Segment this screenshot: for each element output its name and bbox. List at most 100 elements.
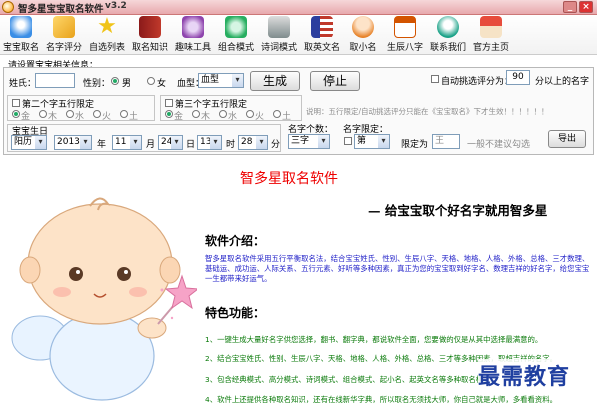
window-title: 智多星宝宝取名软件 xyxy=(18,4,104,15)
settings-panel: 姓氏： 性别： 男 女 血型： 血型 生成 停止 自动挑选评分为： 90 分以上… xyxy=(3,67,594,155)
second-metal-label: 金 xyxy=(21,112,31,122)
minute-unit-label: 分 xyxy=(271,140,281,150)
second-fire-label: 火 xyxy=(102,112,112,122)
third-metal-radio[interactable] xyxy=(165,110,173,118)
version-label: v3.2 xyxy=(105,1,127,11)
name-limit-checkbox[interactable] xyxy=(344,137,352,145)
limit-to-label: 限定为 xyxy=(401,140,429,150)
gender-label: 性别： xyxy=(83,79,111,89)
star-list-icon: ★ xyxy=(97,14,117,39)
intro-heading: 软件介绍： xyxy=(205,234,266,248)
second-wood-label: 木 xyxy=(48,112,58,122)
auto-filter-score-input[interactable]: 90 xyxy=(506,70,530,85)
name-length-select[interactable]: 三字 xyxy=(288,134,330,149)
third-earth-radio[interactable] xyxy=(273,110,281,118)
toolbar-baby-name[interactable]: 宝宝取名 xyxy=(0,16,42,54)
third-char-element-group: 第三个字五行限定 金 木 水 火 土 xyxy=(160,95,302,122)
birth-year-select[interactable]: 2013 xyxy=(54,135,92,150)
birth-minute-select[interactable]: 28 xyxy=(238,135,268,150)
auto-filter-label: 自动挑选评分为： xyxy=(441,77,514,87)
toolbar-naming-knowledge[interactable]: 取名知识 xyxy=(129,16,171,54)
toolbar-english-name[interactable]: 取英文名 xyxy=(301,16,343,54)
second-fire-radio[interactable] xyxy=(93,110,101,118)
toolbar-contact-us[interactable]: 联系我们 xyxy=(427,16,469,54)
female-label: 女 xyxy=(157,79,167,89)
male-label: 男 xyxy=(122,79,132,89)
second-earth-radio[interactable] xyxy=(120,110,128,118)
auto-filter-checkbox[interactable] xyxy=(431,75,439,83)
intro-content: 智多星取名软件 — 给宝宝取个好名字就用智多星 软件介绍： 智多星取名软件采用五… xyxy=(0,156,597,404)
second-char-element-group: 第二个字五行限定 金 木 水 火 土 xyxy=(7,95,155,122)
generate-button[interactable]: 生成 xyxy=(250,71,300,91)
third-water-label: 水 xyxy=(228,112,238,122)
birthday-group: 宝宝生日 阳历 2013 年 11 月 24 日 13 时 28 分 xyxy=(7,124,281,152)
home-icon xyxy=(480,16,502,38)
third-char-checkbox[interactable] xyxy=(165,99,173,107)
limit-char-input[interactable]: 王 xyxy=(432,134,460,149)
combo-icon xyxy=(225,16,247,38)
main-toolbar: 宝宝取名 名字评分 ★ 自选列表 取名知识 趣味工具 组合模式 诗词模式 取英文… xyxy=(0,15,597,55)
male-radio[interactable] xyxy=(111,77,119,85)
second-water-radio[interactable] xyxy=(66,110,74,118)
third-metal-label: 金 xyxy=(174,112,184,122)
birth-month-select[interactable]: 11 xyxy=(112,135,142,150)
limit-note: 一般不建议勾选 xyxy=(467,140,531,150)
calendar-icon xyxy=(394,16,416,38)
contact-icon xyxy=(437,16,459,38)
toolbar-fun-tools[interactable]: 趣味工具 xyxy=(172,16,214,54)
toolbar-combo-mode[interactable]: 组合模式 xyxy=(215,16,257,54)
content-title: 智多星取名软件 xyxy=(240,171,338,187)
second-metal-radio[interactable] xyxy=(12,110,20,118)
auto-filter-suffix: 分以上的名字 xyxy=(535,77,590,87)
birth-day-select[interactable]: 24 xyxy=(158,135,183,150)
toolbar-birth-eight-chars[interactable]: 生辰八字 xyxy=(384,16,426,54)
third-wood-label: 木 xyxy=(201,112,211,122)
toolbar-poem-mode[interactable]: 诗词模式 xyxy=(258,16,300,54)
close-button[interactable]: × xyxy=(579,1,593,13)
toolbar-custom-list[interactable]: ★ 自选列表 xyxy=(86,16,128,54)
feature-item: 4、软件上还提供各种取名知识，还有在线新华字典，所以取名无须找大师，你自己就是大… xyxy=(205,395,558,404)
month-unit-label: 月 xyxy=(146,140,156,150)
content-slogan: — 给宝宝取个好名字就用智多星 xyxy=(368,203,548,218)
export-button[interactable]: 导出 xyxy=(548,130,586,148)
tools-icon xyxy=(182,16,204,38)
birth-hour-select[interactable]: 13 xyxy=(197,135,222,150)
stop-button[interactable]: 停止 xyxy=(310,71,360,91)
baby-illustration xyxy=(11,197,197,401)
day-unit-label: 日 xyxy=(186,140,196,150)
surname-label: 姓氏： xyxy=(9,79,37,89)
second-water-label: 水 xyxy=(75,112,85,122)
toolbar-nickname[interactable]: 取小名 xyxy=(344,16,382,54)
third-earth-label: 土 xyxy=(282,112,292,122)
score-icon xyxy=(53,16,75,38)
flag-icon xyxy=(311,16,333,38)
third-fire-label: 火 xyxy=(255,112,265,122)
second-earth-label: 土 xyxy=(129,112,139,122)
second-wood-radio[interactable] xyxy=(39,110,47,118)
second-char-checkbox[interactable] xyxy=(12,99,20,107)
third-fire-radio[interactable] xyxy=(246,110,254,118)
female-radio[interactable] xyxy=(147,77,155,85)
third-wood-radio[interactable] xyxy=(192,110,200,118)
app-logo-icon xyxy=(2,1,14,13)
third-water-radio[interactable] xyxy=(219,110,227,118)
limit-position-select[interactable]: 第 xyxy=(354,134,390,149)
baby-name-icon xyxy=(10,16,32,38)
minimize-button[interactable]: _ xyxy=(563,1,577,13)
small-name-icon xyxy=(352,16,374,38)
toolbar-official-home[interactable]: 官方主页 xyxy=(470,16,512,54)
toolbar-name-score[interactable]: 名字评分 xyxy=(44,16,84,54)
book-icon xyxy=(139,16,161,38)
title-bar: 智多星宝宝取名软件 v3.2 _ × xyxy=(0,0,597,15)
settings-hint: 说明：五行限定/自动挑选评分只能在《宝宝取名》下才生效！！！！！！ xyxy=(306,107,549,116)
poem-icon xyxy=(268,16,290,38)
year-unit-label: 年 xyxy=(97,140,107,150)
features-heading: 特色功能： xyxy=(205,306,266,320)
feature-item: 1、一键生成大量好名字供您选择，翻书、翻字典，都说软件全面，您要做的仅是从其中选… xyxy=(205,335,543,344)
calendar-type-select[interactable]: 阳历 xyxy=(11,135,47,150)
bloodtype-select[interactable]: 血型 xyxy=(198,73,244,88)
surname-input[interactable] xyxy=(35,73,75,88)
intro-text: 智多星取名软件采用五行平衡取名法，结合宝宝姓氏、性别、生辰八字、天格、地格、人格… xyxy=(205,254,590,283)
watermark-text: 最需教育 xyxy=(478,359,594,390)
hour-unit-label: 时 xyxy=(226,140,236,150)
